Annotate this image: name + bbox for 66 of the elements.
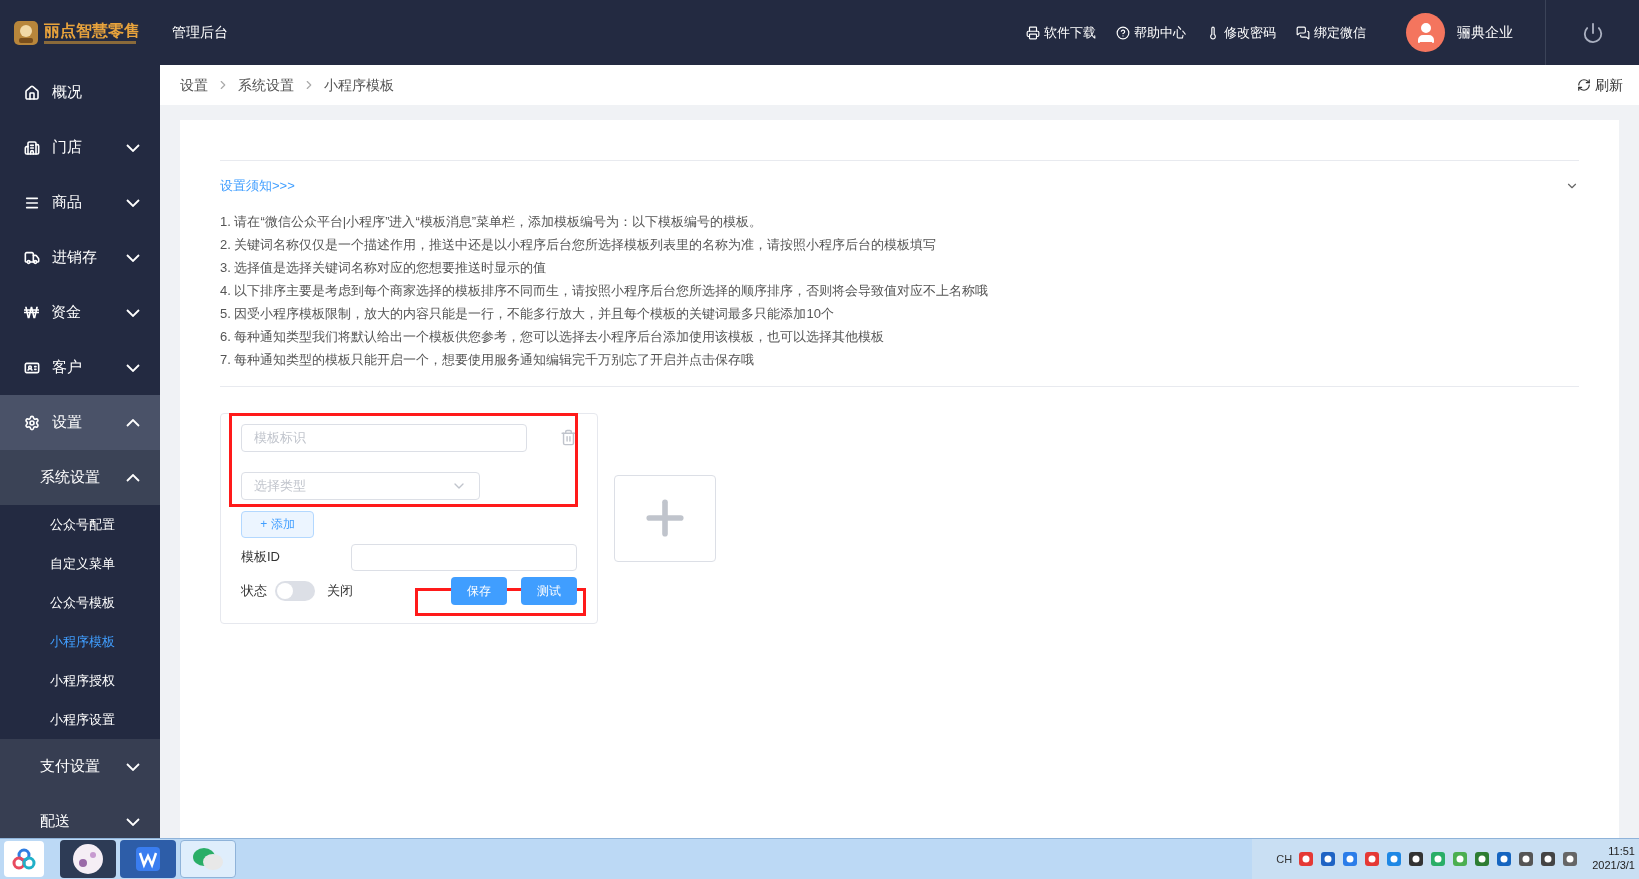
power-icon [1581, 21, 1604, 44]
template-id-input[interactable] [351, 543, 577, 571]
won-icon [24, 305, 39, 320]
notice-line: 1. 请在“微信公众平台|小程序”进入“模板消息”菜单栏，添加模板编号为：以下模板编号的模板。 [220, 212, 764, 231]
breadcrumb-item[interactable]: 小程序模板 [324, 74, 394, 96]
clock-time[interactable]: 11:51 [1608, 845, 1635, 859]
header-link[interactable]: 修改密码 [1206, 22, 1276, 43]
chevron-down-icon [126, 363, 140, 372]
notice-line: 5. 因受小程序模板限制，放大的内容只能是一行，不能多行放大，并且每个模板的关键词最多只能添加10个 [220, 304, 835, 323]
breadcrumb-item[interactable]: 设置 [180, 74, 208, 96]
sidebar-item[interactable]: 商品 [0, 175, 160, 230]
header-link[interactable]: 软件下载 [1026, 22, 1096, 43]
tray-icon[interactable] [1408, 851, 1425, 867]
sidebar-item[interactable]: 资金 [0, 285, 160, 340]
sidebar-item[interactable]: 系统设置 [0, 450, 160, 505]
field-label: 模板ID [241, 548, 280, 567]
chevron-up-icon [126, 473, 140, 482]
refresh-icon [1577, 78, 1591, 92]
chevron-down-icon [126, 308, 140, 317]
sidebar-item[interactable]: 进销存 [0, 230, 160, 285]
settings-icon [24, 414, 40, 431]
tray-icon[interactable] [1496, 851, 1513, 867]
avatar[interactable] [1406, 13, 1445, 52]
status-text: 关闭 [327, 581, 353, 600]
notice-line: 2. 关键词名称仅仅是一个描述作用，推送中还是以小程序后台您所选择模板列表里的名称为准，请按照小程序后台的模板填写 [220, 235, 938, 254]
app-title: 管理后台 [172, 23, 228, 42]
refresh-button[interactable]: 刷新 [1577, 74, 1623, 96]
app-icon[interactable] [120, 840, 176, 878]
notice-line: 7. 每种通知类型的模板只能开启一个，想要使用服务通知编辑完千万别忘了开启并点击保存哦 [220, 350, 756, 369]
chevron-down-icon [126, 198, 140, 207]
notice-line: 3. 选择值是选择关键词名称对应的您想要推送时显示的值 [220, 258, 548, 277]
chat-icon [1296, 25, 1310, 40]
field-label: 状态 [241, 581, 267, 600]
tray-icon[interactable] [1320, 851, 1337, 867]
status-switch[interactable] [275, 580, 315, 601]
language-indicator[interactable]: CH [1276, 850, 1293, 868]
help-icon [1116, 25, 1130, 40]
logo-text: 丽点智慧零售 [44, 21, 140, 41]
notice-line: 6. 每种通知类型我们将默认给出一个模板供您参考，您可以选择去小程序后台添加使用该模板，也可以选择其他模板 [220, 327, 886, 346]
sidebar-item[interactable]: 配送 [0, 794, 160, 838]
tray-icon[interactable] [1518, 851, 1535, 867]
sidebar-item[interactable]: 门店 [0, 120, 160, 175]
home-icon [24, 84, 40, 101]
sidebar-item[interactable]: 支付设置 [0, 739, 160, 794]
chevron-up-icon [126, 418, 140, 427]
header-link[interactable]: 帮助中心 [1116, 22, 1186, 43]
chevron-down-icon [126, 253, 140, 262]
logo-icon [12, 18, 40, 47]
chevron-down-icon [126, 143, 140, 152]
chevron-down-icon [126, 762, 140, 771]
tray-icon[interactable] [1540, 851, 1557, 867]
trash-icon[interactable] [560, 429, 577, 446]
breadcrumb-item[interactable]: 系统设置 [238, 74, 294, 96]
tray-icon[interactable] [1562, 851, 1579, 867]
sidebar-item[interactable]: 概况 [0, 65, 160, 120]
truck-icon [24, 249, 40, 266]
notice-line: 4. 以下排序主要是考虑到每个商家选择的模板排序不同而生，请按照小程序后台您所选择的顺序排序，否则将会导致值对应不上名称哦 [220, 281, 990, 300]
building-icon [24, 139, 40, 156]
header-link[interactable]: 绑定微信 [1296, 22, 1366, 43]
sidebar-item[interactable]: 客户 [0, 340, 160, 395]
sidebar-item[interactable]: 设置 [0, 395, 160, 450]
user-name[interactable]: 骊典企业 [1457, 22, 1513, 43]
chevron-down-icon [126, 817, 140, 826]
app-icon[interactable] [60, 840, 116, 878]
printer-icon [1026, 25, 1040, 40]
clock-date[interactable]: 2021/3/1 [1592, 859, 1635, 873]
